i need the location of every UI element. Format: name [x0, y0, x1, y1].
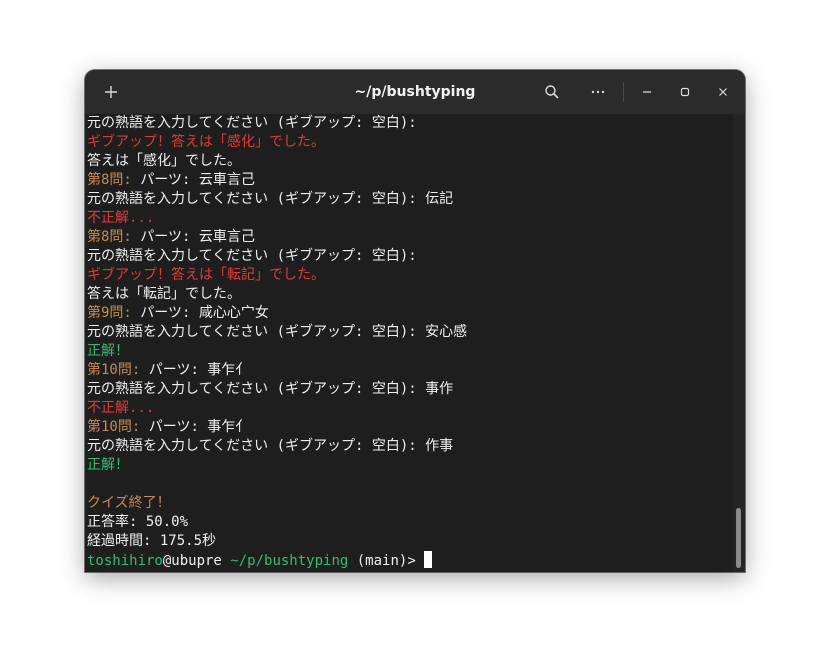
new-tab-button[interactable]: [95, 76, 127, 108]
terminal-text: 第10問:: [87, 419, 141, 435]
terminal-text: 経過時間: 175.5秒: [87, 533, 217, 549]
terminal-text: パーツ: 云車言己: [131, 229, 255, 245]
terminal-line: ギブアップ！答えは「転記」でした。: [85, 266, 733, 285]
terminal-line: 正解！: [85, 456, 733, 475]
prompt-input: [416, 553, 424, 569]
terminal-text: ギブアップ！答えは「感化」でした。: [87, 134, 325, 150]
terminal-text: クイズ終了！: [87, 495, 171, 511]
terminal-text: 元の熟語を入力してください (ギブアップ: 空白):: [87, 248, 417, 264]
prompt-path: ~/p/bushtyping: [221, 553, 349, 569]
more-horizontal-icon: [591, 90, 605, 94]
terminal-text: 元の熟語を入力してください (ギブアップ: 空白): 事作: [87, 381, 454, 397]
terminal-line: 正答率: 50.0%: [85, 513, 733, 532]
terminal-text: ギブアップ！答えは「転記」でした。: [87, 267, 325, 283]
terminal-text: 正解！: [87, 343, 129, 359]
terminal-window: ~/p/bushtyping 元の熟語を入力してください (ギブアップ: 空白)…: [85, 70, 745, 572]
close-icon: [719, 88, 727, 96]
terminal-text: 元の熟語を入力してください (ギブアップ: 空白): 安心感: [87, 324, 468, 340]
menu-button[interactable]: [582, 76, 614, 108]
scrollbar-thumb[interactable]: [736, 508, 741, 568]
terminal-line: 元の熟語を入力してください (ギブアップ: 空白): 安心感: [85, 323, 733, 342]
terminal-line: 元の熟語を入力してください (ギブアップ: 空白): 伝記: [85, 190, 733, 209]
terminal-line: 第8問: パーツ: 云車言己: [85, 228, 733, 247]
terminal-line: 正解！: [85, 342, 733, 361]
terminal-text: 答えは「転記」でした。: [87, 286, 241, 302]
terminal-line: 第8問: パーツ: 云車言己: [85, 171, 733, 190]
terminal-text: 正解！: [87, 457, 129, 473]
scrollbar[interactable]: [733, 114, 745, 572]
terminal-text: パーツ: 事乍亻: [140, 362, 250, 378]
terminal-line: 経過時間: 175.5秒: [85, 532, 733, 551]
terminal-line: 元の熟語を入力してください (ギブアップ: 空白): 作事: [85, 437, 733, 456]
terminal-line: 第10問: パーツ: 事乍亻: [85, 361, 733, 380]
terminal-text: 元の熟語を入力してください (ギブアップ: 空白): 伝記: [87, 191, 454, 207]
minimize-icon: [643, 91, 651, 93]
maximize-button[interactable]: [669, 76, 701, 108]
terminal-text: 第10問:: [87, 362, 141, 378]
shell-prompt[interactable]: toshihiro@ubupre ~/p/bushtyping (main)>: [85, 551, 733, 570]
terminal-text: 答えは「感化」でした。: [87, 153, 241, 169]
plus-icon: [105, 86, 117, 98]
close-button[interactable]: [707, 76, 739, 108]
titlebar[interactable]: ~/p/bushtyping: [85, 70, 745, 114]
terminal-line: 元の熟語を入力してください (ギブアップ: 空白):: [85, 247, 733, 266]
terminal-line: 答えは「転記」でした。: [85, 285, 733, 304]
minimize-button[interactable]: [631, 76, 663, 108]
terminal-text: パーツ: 事乍亻: [140, 419, 250, 435]
terminal-text: 第8問:: [87, 229, 132, 245]
terminal-line: 第10問: パーツ: 事乍亻: [85, 418, 733, 437]
terminal-text: 第9問:: [87, 305, 132, 321]
terminal-line: クイズ終了！: [85, 494, 733, 513]
terminal-text: 不正解...: [87, 210, 155, 226]
terminal-text: 不正解...: [87, 400, 155, 416]
terminal-line: ギブアップ！答えは「感化」でした。: [85, 133, 733, 152]
terminal-text: パーツ: 云車言己: [131, 172, 255, 188]
terminal-line: 答えは「感化」でした。: [85, 152, 733, 171]
terminal-line: 元の熟語を入力してください (ギブアップ: 空白):: [85, 114, 733, 133]
terminal-line: 不正解...: [85, 399, 733, 418]
terminal-text: 元の熟語を入力してください (ギブアップ: 空白):: [87, 115, 417, 131]
terminal-line: 第9問: パーツ: 咸心心宀女: [85, 304, 733, 323]
terminal-text: 元の熟語を入力してください (ギブアップ: 空白): 作事: [87, 438, 454, 454]
search-icon: [545, 85, 559, 99]
prompt-user: toshihiro: [87, 553, 163, 569]
search-button[interactable]: [536, 76, 568, 108]
text-cursor: [424, 551, 433, 568]
terminal-line: 不正解...: [85, 209, 733, 228]
terminal-text: パーツ: 咸心心宀女: [131, 305, 269, 321]
prompt-branch: (main)>: [348, 553, 416, 569]
terminal-line: 元の熟語を入力してください (ギブアップ: 空白): 事作: [85, 380, 733, 399]
titlebar-separator: [623, 82, 624, 102]
prompt-host: @ubupre: [162, 553, 222, 569]
terminal-output[interactable]: 元の熟語を入力してください (ギブアップ: 空白): ギブアップ！答えは「感化」で…: [85, 114, 733, 572]
maximize-icon: [680, 87, 690, 97]
terminal-text: 正答率: 50.0%: [87, 514, 189, 530]
terminal-text: 第8問:: [87, 172, 132, 188]
